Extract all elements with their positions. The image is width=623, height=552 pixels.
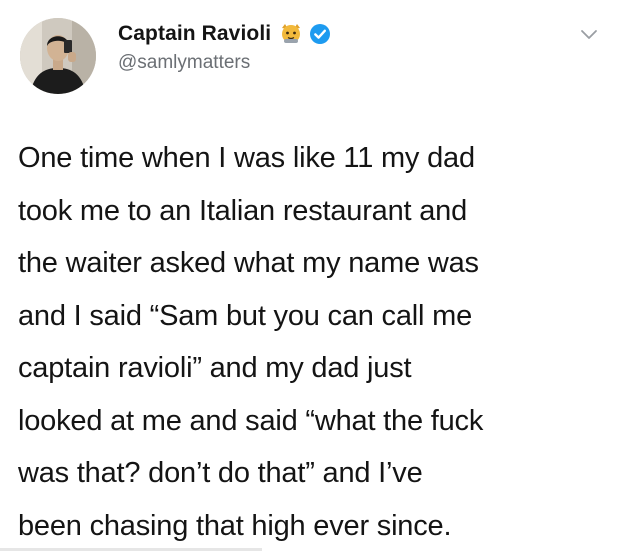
tweet-line: the waiter asked what my name was (18, 237, 608, 290)
tweet-line: took me to an Italian restaurant and (18, 185, 608, 238)
chevron-down-icon[interactable] (580, 28, 598, 40)
tweet-line: captain ravioli” and my dad just (18, 342, 608, 395)
display-name[interactable]: Captain Ravioli (118, 22, 271, 46)
tweet-line: been chasing that high ever since. (18, 500, 608, 552)
cat-emoji-icon (279, 22, 303, 46)
avatar-photo (20, 18, 96, 94)
tweet-header: Captain Ravioli @samlymatter (118, 20, 558, 74)
tweet-line: and I said “Sam but you can call me (18, 290, 608, 343)
user-handle[interactable]: @samlymatters (118, 52, 558, 74)
name-row: Captain Ravioli (118, 20, 558, 48)
tweet-line: looked at me and said “what the fuck (18, 395, 608, 448)
tweet-line: One time when I was like 11 my dad (18, 132, 608, 185)
tweet-line: was that? don’t do that” and I’ve (18, 447, 608, 500)
avatar[interactable] (20, 18, 96, 94)
tweet-text: One time when I was like 11 my dad took … (18, 132, 608, 552)
verified-badge-icon (309, 23, 331, 45)
tweet-card: Captain Ravioli @samlymatter (0, 0, 623, 551)
